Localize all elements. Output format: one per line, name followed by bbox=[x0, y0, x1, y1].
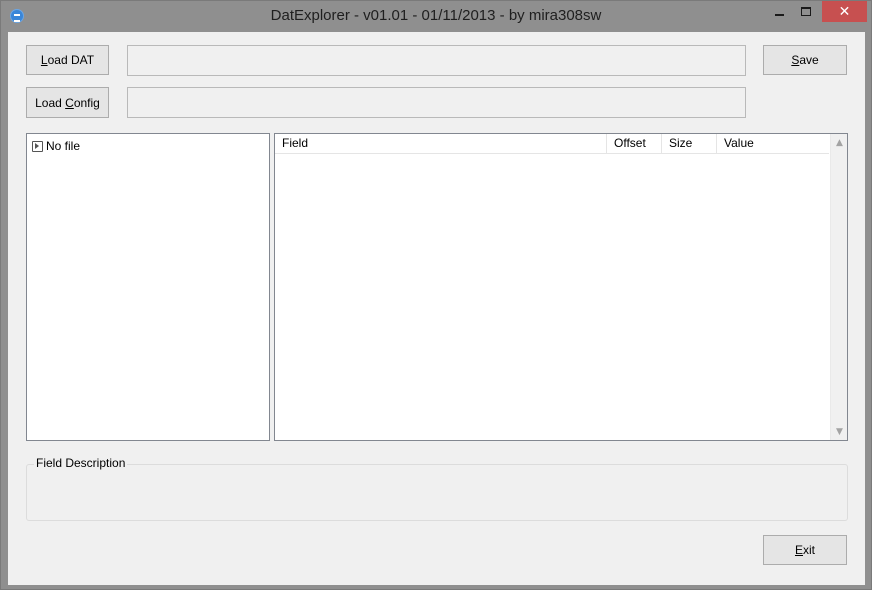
load-config-button[interactable]: Load Config bbox=[26, 87, 109, 118]
column-header-value[interactable]: Value bbox=[717, 134, 829, 154]
exit-label: Exit bbox=[795, 543, 815, 557]
minimize-icon bbox=[774, 13, 784, 16]
maximize-button[interactable] bbox=[792, 1, 820, 22]
field-list[interactable]: Field Offset Size Value ▲ ▼ bbox=[274, 133, 848, 441]
vertical-scrollbar[interactable]: ▲ ▼ bbox=[830, 134, 847, 440]
load-dat-button[interactable]: Load DAT bbox=[26, 45, 109, 75]
title-bar[interactable]: DatExplorer - v01.01 - 01/11/2013 - by m… bbox=[1, 1, 871, 32]
load-dat-label: Load DAT bbox=[41, 53, 94, 67]
exit-button[interactable]: Exit bbox=[763, 535, 847, 565]
load-dat-rest: oad DAT bbox=[47, 53, 95, 67]
tree-root-label: No file bbox=[46, 139, 81, 153]
maximize-icon bbox=[801, 7, 811, 16]
exit-rest: xit bbox=[803, 543, 815, 557]
dat-path-field[interactable] bbox=[127, 45, 746, 76]
load-config-label: Load Config bbox=[35, 96, 100, 110]
main-window: DatExplorer - v01.01 - 01/11/2013 - by m… bbox=[0, 0, 872, 590]
minimize-button[interactable] bbox=[766, 1, 792, 22]
chevron-up-icon[interactable]: ▲ bbox=[831, 134, 848, 151]
column-header-size[interactable]: Size bbox=[662, 134, 717, 154]
column-header-offset[interactable]: Offset bbox=[607, 134, 662, 154]
chevron-down-icon[interactable]: ▼ bbox=[831, 423, 848, 440]
expand-arrow-icon[interactable] bbox=[32, 141, 43, 152]
close-icon: ✕ bbox=[838, 3, 851, 20]
close-button[interactable]: ✕ bbox=[822, 1, 867, 22]
field-description-group: Field Description bbox=[26, 456, 848, 521]
save-label: Save bbox=[791, 53, 818, 67]
client-area: Load DAT Save Load Config No file Field … bbox=[8, 32, 865, 585]
exit-accel: E bbox=[794, 543, 803, 557]
config-path-field[interactable] bbox=[127, 87, 746, 118]
save-button[interactable]: Save bbox=[763, 45, 847, 75]
tree-root-node[interactable]: No file bbox=[32, 139, 80, 153]
save-rest: ave bbox=[799, 53, 819, 67]
load-dat-accel: L bbox=[40, 53, 48, 67]
list-header: Field Offset Size Value bbox=[275, 134, 829, 154]
window-title: DatExplorer - v01.01 - 01/11/2013 - by m… bbox=[270, 7, 602, 24]
load-config-first: Load bbox=[35, 95, 66, 110]
load-config-rest: onfig bbox=[73, 95, 100, 110]
file-tree[interactable]: No file bbox=[26, 133, 270, 441]
column-header-field[interactable]: Field bbox=[275, 134, 607, 154]
field-description-title: Field Description bbox=[34, 456, 128, 470]
load-config-accel: C bbox=[65, 95, 74, 110]
